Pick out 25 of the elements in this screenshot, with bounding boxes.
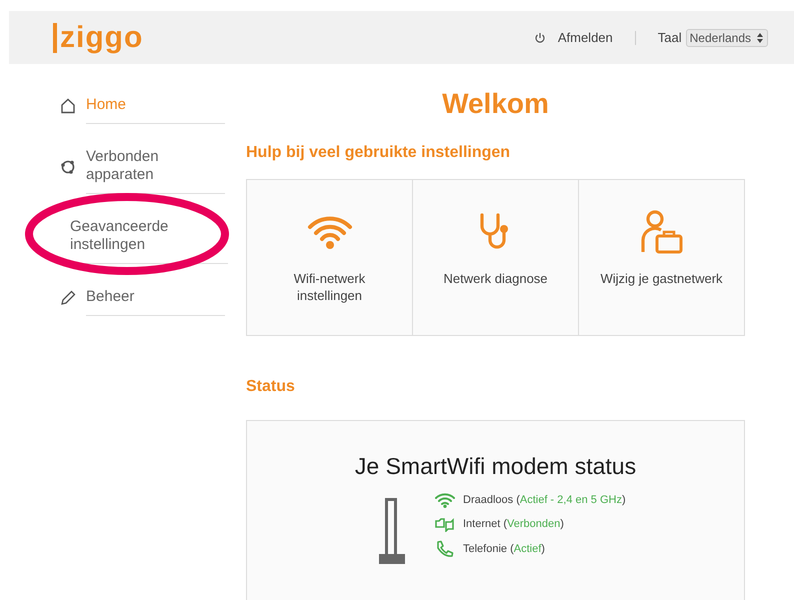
shortcut-card[interactable]: Wijzig je gastnetwerk xyxy=(579,179,745,336)
phone-icon xyxy=(435,540,455,558)
pencil-icon xyxy=(60,290,76,306)
shortcut-card[interactable]: Wifi-netwerk instellingen xyxy=(246,179,413,336)
logout-link[interactable]: Afmelden xyxy=(558,30,613,45)
section-heading: Hulp bij veel gebruikte instellingen xyxy=(246,144,512,162)
sidebar-item[interactable]: Beheer xyxy=(60,278,225,316)
language-label: Taal xyxy=(658,30,682,45)
devices-icon xyxy=(60,158,76,174)
connection-icon xyxy=(435,516,455,532)
home-icon xyxy=(60,98,76,114)
wifi-icon xyxy=(435,492,455,508)
section-heading: Status xyxy=(246,378,296,396)
language-select[interactable]: Nederlands xyxy=(686,28,768,46)
status-text: Draadloos (Actief - 2,4 en 5 GHz) xyxy=(463,494,626,506)
status-text: Internet (Verbonden) xyxy=(463,518,564,530)
sidebar-item[interactable]: Verbonden apparaten xyxy=(60,138,225,194)
modem-icon xyxy=(377,496,407,566)
power-icon xyxy=(534,32,546,44)
page-title: Welkom xyxy=(441,88,550,120)
sort-arrows-icon xyxy=(757,32,763,42)
shortcut-card[interactable]: Netwerk diagnose xyxy=(413,179,579,336)
card-title: Je SmartWifi modem status xyxy=(354,453,638,480)
person-suitcase-icon xyxy=(640,210,682,254)
status-text: Telefonie (Actief) xyxy=(463,543,545,555)
